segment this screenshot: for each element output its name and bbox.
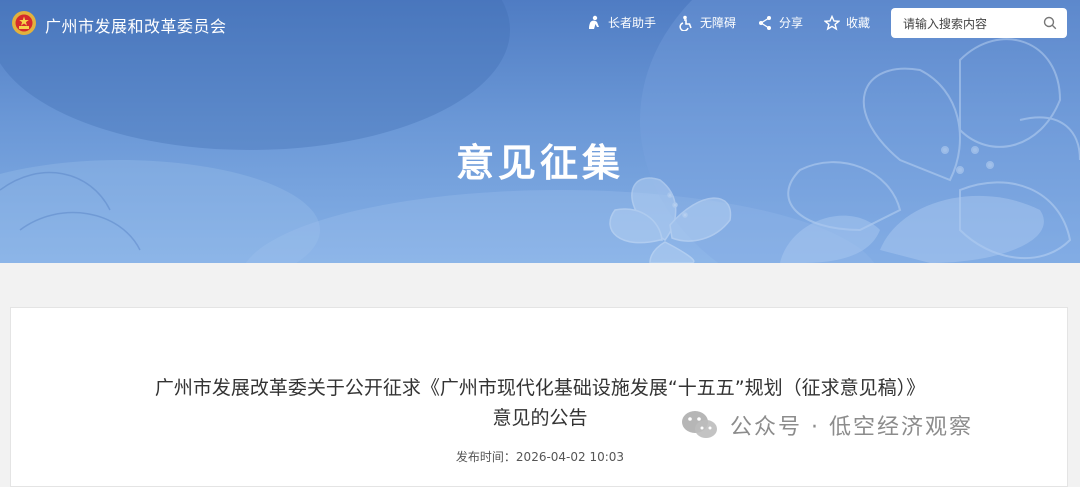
share-icon	[759, 15, 771, 30]
accessibility-button[interactable]: 无障碍	[678, 14, 736, 31]
elder-assist-button[interactable]: 长者助手	[586, 14, 656, 31]
accessibility-label: 无障碍	[700, 16, 737, 30]
accessibility-icon	[679, 15, 692, 31]
watermark-text: 公众号 · 低空经济观察	[730, 415, 973, 440]
article-title-line1: 广州市发展改革委关于公开征求《广州市现代化基础设施发展“十五五”规划（征求意见稿…	[154, 377, 926, 399]
site-title[interactable]: 广州市发展和改革委员会	[45, 13, 227, 37]
publish-time: 发布时间：2026-04-02 10:03	[455, 450, 625, 464]
banner-title: 意见征集	[455, 141, 624, 185]
favorite-button[interactable]: 收藏	[824, 14, 870, 31]
top-bar: 广州市发展和改革委员会 长者助手 无障碍 分享 收藏 请输入搜索内容	[0, 0, 1080, 48]
star-icon	[824, 14, 840, 30]
search-input[interactable]	[901, 8, 1040, 40]
share-label: 分享	[779, 16, 804, 30]
share-button[interactable]: 分享	[757, 14, 803, 31]
elder-assist-icon	[589, 15, 599, 29]
national-emblem-logo	[12, 11, 36, 35]
elder-assist-label: 长者助手	[608, 16, 657, 30]
search-box	[891, 8, 1067, 40]
banner: 广州市发展和改革委员会 长者助手 无障碍 分享 收藏 请输入搜索内容 意见征集	[0, 0, 1080, 263]
favorite-label: 收藏	[846, 16, 871, 30]
search-icon[interactable]	[1043, 16, 1057, 30]
article-card: 广州市发展改革委关于公开征求《广州市现代化基础设施发展“十五五”规划（征求意见稿…	[10, 307, 1068, 487]
watermark: 公众号 · 低空经济观察	[680, 409, 973, 441]
wechat-icon	[682, 411, 717, 438]
